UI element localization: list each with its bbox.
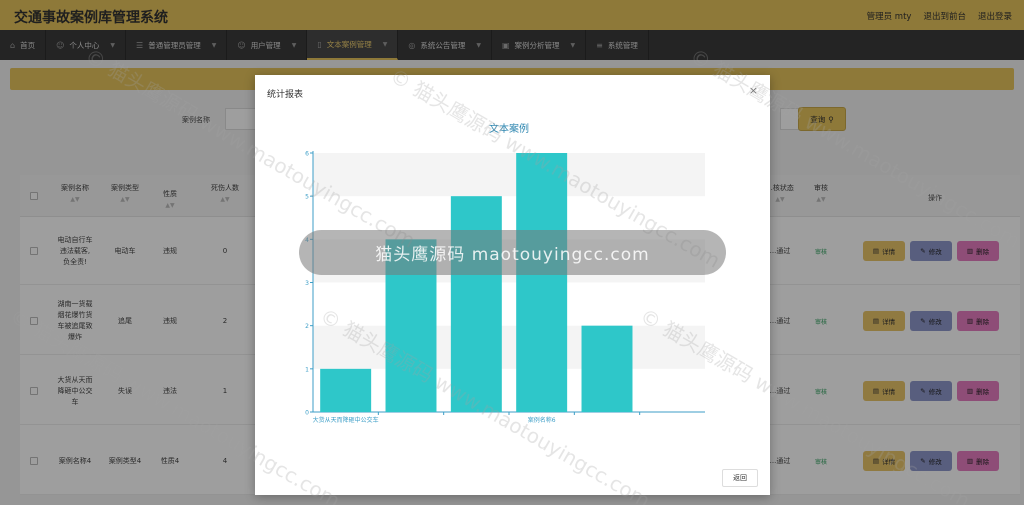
bar: [516, 153, 568, 412]
grid-band: [313, 368, 705, 412]
grid-band: [313, 153, 705, 197]
y-tick-label: 2: [305, 323, 309, 330]
bar: [581, 325, 633, 412]
x-tick-label: 大货从天而降砸中公交车: [313, 416, 379, 424]
bar: [450, 196, 502, 412]
y-tick-label: 6: [305, 151, 309, 158]
x-tick-label: 案例名称6: [528, 416, 556, 424]
y-tick-label: 0: [305, 410, 309, 417]
return-button[interactable]: 返回: [722, 469, 758, 487]
chart-title: 文本案例: [489, 122, 529, 135]
y-tick-label: 1: [305, 366, 309, 373]
y-tick-label: 3: [305, 280, 309, 287]
grid-band: [313, 282, 705, 326]
bar-chart: 文本案例0123456大货从天而降砸中公交车案例名称6: [305, 122, 705, 424]
stats-report-modal: 统计报表 × 文本案例0123456大货从天而降砸中公交车案例名称6 返回: [255, 75, 770, 495]
watermark-banner: 猫头鹰源码 maotouyingcc.com: [299, 230, 726, 275]
grid-band: [313, 325, 705, 369]
y-tick-label: 5: [305, 194, 309, 201]
bar: [320, 368, 372, 412]
